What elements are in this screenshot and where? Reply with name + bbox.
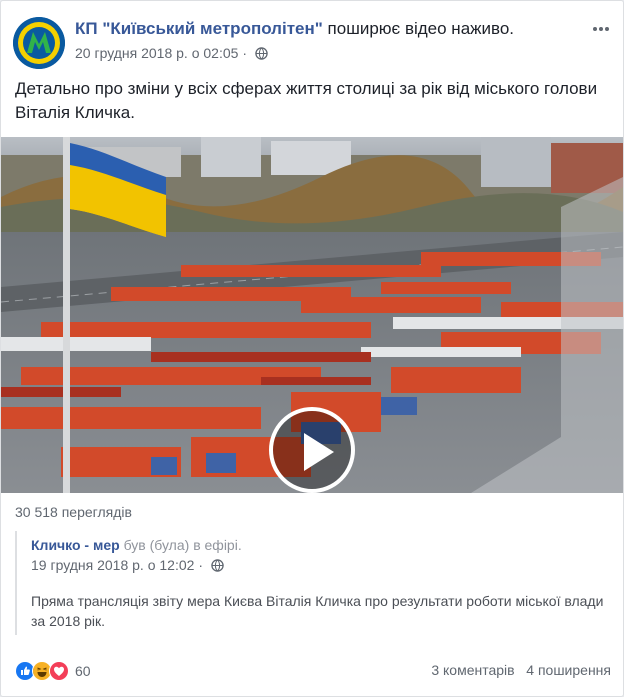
- page-name-link[interactable]: КП "Київський метрополітен": [75, 19, 323, 38]
- post-timestamp[interactable]: 20 грудня 2018 р. о 02:05: [75, 45, 238, 61]
- shared-post: Кличко - мер був (була) в ефірі. 19 груд…: [15, 531, 611, 635]
- globe-icon[interactable]: [211, 559, 224, 575]
- comments-count-link[interactable]: 3 коментарів: [431, 662, 514, 678]
- post-title-line: КП "Київський метрополітен" поширює віде…: [75, 19, 514, 39]
- post-action-text: поширює відео наживо.: [327, 19, 515, 38]
- post-header: КП "Київський метрополітен" поширює віде…: [13, 13, 613, 69]
- meta-separator: ·: [242, 45, 247, 61]
- page-avatar[interactable]: [13, 17, 65, 69]
- video-player[interactable]: [1, 137, 623, 493]
- shared-meta: 19 грудня 2018 р. о 12:02 ·: [31, 557, 224, 575]
- shared-timestamp[interactable]: 19 грудня 2018 р. о 12:02: [31, 557, 194, 573]
- shared-post-text: Пряма трансляція звіту мера Києва Віталі…: [31, 593, 604, 629]
- shares-count-link[interactable]: 4 поширення: [526, 662, 611, 678]
- shared-action-text: був (була) в ефірі.: [123, 537, 242, 553]
- reactions-summary[interactable]: 60: [15, 659, 91, 683]
- play-icon[interactable]: [269, 407, 355, 493]
- post-meta: 20 грудня 2018 р. о 02:05 ·: [75, 45, 268, 63]
- love-reaction-icon: [49, 661, 69, 681]
- more-options-icon[interactable]: [589, 17, 613, 41]
- engagement-stats: 3 коментарів 4 поширення: [431, 662, 611, 678]
- view-count: 30 518 переглядів: [15, 504, 132, 520]
- reaction-count: 60: [75, 663, 91, 679]
- post-text: Детально про зміни у всіх сферах життя с…: [15, 79, 598, 122]
- shared-meta-separator: ·: [198, 557, 203, 573]
- feed-post: КП "Київський метрополітен" поширює віде…: [0, 0, 624, 697]
- post-footer: 60 3 коментарів 4 поширення: [15, 659, 611, 683]
- metro-logo: [13, 17, 65, 69]
- shared-author-link[interactable]: Кличко - мер: [31, 537, 120, 553]
- shared-post-header: Кличко - мер був (була) в ефірі.: [31, 537, 242, 553]
- globe-icon[interactable]: [255, 47, 268, 63]
